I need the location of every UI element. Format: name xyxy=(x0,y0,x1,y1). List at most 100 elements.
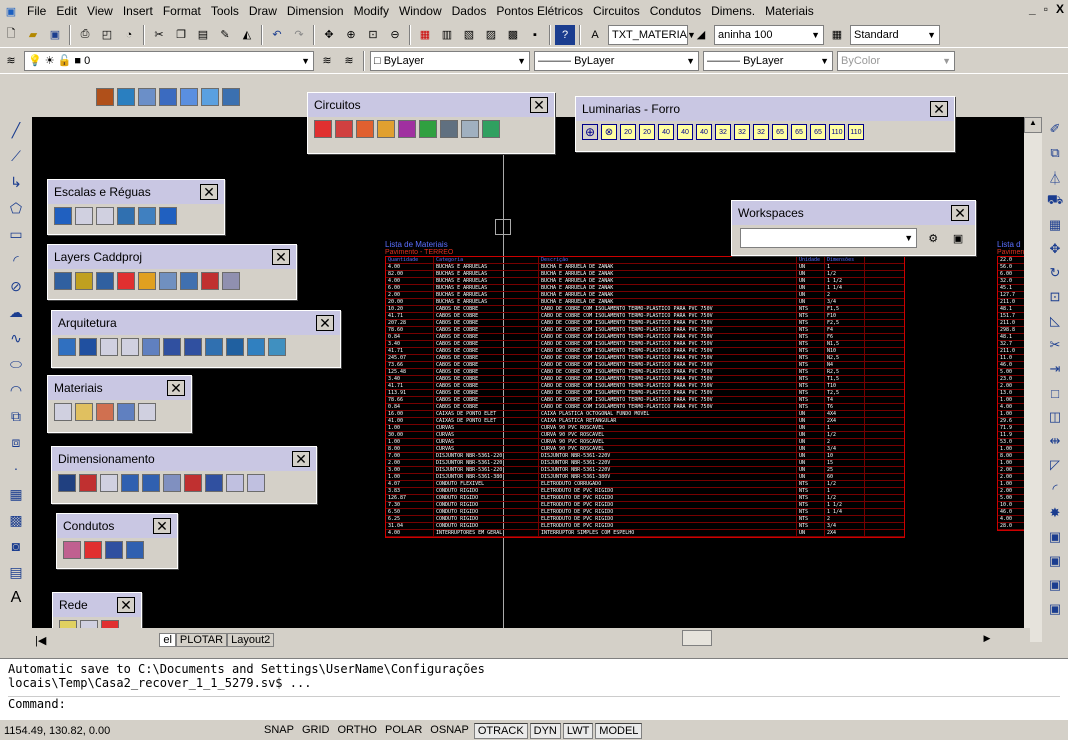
circuit-icon[interactable] xyxy=(482,120,500,138)
status-grid-toggle[interactable]: GRID xyxy=(299,723,333,739)
copy-object-icon[interactable]: ⧉ xyxy=(1045,143,1065,163)
panel-title-bar[interactable]: Arquitetura ✕ xyxy=(52,311,340,335)
panel-title-bar[interactable]: Materiais ✕ xyxy=(48,376,191,400)
table-style-combo[interactable]: Standard ▼ xyxy=(850,24,940,45)
layer-manager-icon[interactable]: ≋ xyxy=(1,51,21,71)
close-icon[interactable]: ✕ xyxy=(167,380,185,396)
status-otrack-toggle[interactable]: OTRACK xyxy=(473,723,528,739)
dim-tool-icon[interactable] xyxy=(79,474,97,492)
text-style-combo[interactable]: TXT_MATERIA ▼ xyxy=(608,24,696,45)
workspace-save-icon[interactable]: ▣ xyxy=(948,228,968,248)
menu-item-draw[interactable]: Draw xyxy=(244,4,282,18)
mtext-icon[interactable]: A xyxy=(6,588,26,608)
lamp-12-button[interactable]: 110 xyxy=(848,124,864,140)
menu-item-edit[interactable]: Edit xyxy=(51,4,82,18)
close-icon[interactable]: ✕ xyxy=(272,249,290,265)
status-snap-toggle[interactable]: SNAP xyxy=(261,723,297,739)
menu-item-circuitos[interactable]: Circuitos xyxy=(588,4,645,18)
scroll-up-icon[interactable]: ▲ xyxy=(1024,117,1042,133)
close-icon[interactable]: ✕ xyxy=(117,597,135,613)
scale-icon[interactable]: ⊡ xyxy=(1045,287,1065,307)
zoom-realtime-icon[interactable]: ⊕ xyxy=(341,25,361,45)
layer-tool-icon[interactable] xyxy=(222,272,240,290)
layer-tool-icon[interactable] xyxy=(180,272,198,290)
point-icon[interactable]: · xyxy=(6,458,26,478)
markup-icon[interactable]: ▩ xyxy=(503,25,523,45)
erase-icon[interactable]: ✐ xyxy=(1045,119,1065,139)
layer-tool-icon[interactable] xyxy=(159,272,177,290)
arch-tool-icon[interactable] xyxy=(226,338,244,356)
circuit-icon[interactable] xyxy=(461,120,479,138)
status-dyn-toggle[interactable]: DYN xyxy=(529,723,561,739)
props-blue-icon[interactable]: ▣ xyxy=(1045,551,1065,571)
circuit-icon[interactable] xyxy=(419,120,437,138)
command-prompt[interactable]: Command: xyxy=(8,696,1060,711)
circuit-icon[interactable] xyxy=(314,120,332,138)
trim-icon[interactable]: ✂ xyxy=(1045,335,1065,355)
status-ortho-toggle[interactable]: ORTHO xyxy=(334,723,380,739)
region-icon[interactable]: ◙ xyxy=(6,536,26,556)
menu-item-tools[interactable]: Tools xyxy=(206,4,244,18)
arch-tool-icon[interactable] xyxy=(58,338,76,356)
polyline-icon[interactable]: ↳ xyxy=(6,172,26,192)
dim-tool-icon[interactable] xyxy=(184,474,202,492)
workspace-settings-icon[interactable]: ⚙ xyxy=(923,228,943,248)
toolpalettes-icon[interactable]: ▧ xyxy=(459,25,479,45)
scale-tool-icon[interactable] xyxy=(138,207,156,225)
ellipse-icon[interactable]: ⬭ xyxy=(6,354,26,374)
circuit-icon[interactable] xyxy=(356,120,374,138)
open-icon[interactable]: ▰ xyxy=(23,25,43,45)
panel-title-bar[interactable]: Dimensionamento ✕ xyxy=(52,447,316,471)
arch-tool-icon[interactable] xyxy=(205,338,223,356)
undo-icon[interactable]: ↶ xyxy=(267,25,287,45)
break-point-icon[interactable]: □ xyxy=(1045,383,1065,403)
print-icon[interactable]: ⎙ xyxy=(75,25,95,45)
status-osnap-toggle[interactable]: OSNAP xyxy=(427,723,472,739)
designcenter-icon[interactable]: ▥ xyxy=(437,25,457,45)
props-blue-icon[interactable]: ▣ xyxy=(1045,575,1065,595)
tab-plotar[interactable]: PLOTAR xyxy=(175,633,228,647)
line-icon[interactable]: ╱ xyxy=(6,120,26,140)
construction-line-icon[interactable]: ⟋ xyxy=(6,146,26,166)
scroll-thumb[interactable] xyxy=(682,630,712,646)
layer-tool-icon[interactable] xyxy=(96,272,114,290)
menu-item-window[interactable]: Window xyxy=(394,4,447,18)
lamp-icon[interactable]: ⊗ xyxy=(601,124,617,140)
stretch-icon[interactable]: ◺ xyxy=(1045,311,1065,331)
close-button[interactable]: X xyxy=(1056,2,1064,16)
matchprop-icon[interactable]: ✎ xyxy=(215,25,235,45)
lamp-7-button[interactable]: 32 xyxy=(753,124,769,140)
close-icon[interactable]: ✕ xyxy=(153,518,171,534)
menu-item-format[interactable]: Format xyxy=(158,4,206,18)
ellipse-arc-icon[interactable]: ◠ xyxy=(6,380,26,400)
lineweight-combo[interactable]: ——— ByLayer ▼ xyxy=(703,50,833,71)
app-icon[interactable]: ▣ xyxy=(1,1,21,21)
redo-icon[interactable]: ↷ xyxy=(289,25,309,45)
spline-icon[interactable]: ∿ xyxy=(6,328,26,348)
tool-icon[interactable] xyxy=(138,88,156,106)
arch-tool-icon[interactable] xyxy=(142,338,160,356)
table-icon[interactable]: ▤ xyxy=(6,562,26,582)
arch-tool-icon[interactable] xyxy=(100,338,118,356)
tool-icon[interactable] xyxy=(201,88,219,106)
layer-previous-icon[interactable]: ≋ xyxy=(339,51,359,71)
conduit-tool-icon[interactable] xyxy=(126,541,144,559)
conduit-tool-icon[interactable] xyxy=(63,541,81,559)
help-icon[interactable]: ? xyxy=(555,24,575,45)
chamfer-icon[interactable]: ◸ xyxy=(1045,455,1065,475)
scroll-right-icon[interactable]: ▶ xyxy=(980,630,994,646)
cut-icon[interactable]: ✂ xyxy=(149,25,169,45)
dim-tool-icon[interactable] xyxy=(226,474,244,492)
copy-icon[interactable]: ❐ xyxy=(171,25,191,45)
tool-icon[interactable] xyxy=(117,88,135,106)
workspace-combo[interactable]: ▼ xyxy=(740,228,918,248)
layer-tool-icon[interactable] xyxy=(201,272,219,290)
arch-tool-icon[interactable] xyxy=(184,338,202,356)
props-blue-icon[interactable]: ▣ xyxy=(1045,599,1065,619)
offset-icon[interactable]: ⛟ xyxy=(1045,191,1065,211)
lamp-0-button[interactable]: 20 xyxy=(620,124,636,140)
tab-nav-icon[interactable]: |◀ xyxy=(32,634,49,647)
menu-item-condutos[interactable]: Condutos xyxy=(645,4,706,18)
status-model-toggle[interactable]: MODEL xyxy=(595,723,643,739)
new-icon[interactable]: 🗋 xyxy=(1,25,21,45)
